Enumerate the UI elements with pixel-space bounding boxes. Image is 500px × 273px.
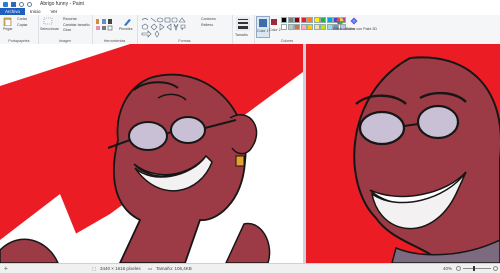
brushes-label: Pinceles (119, 27, 133, 31)
tab-archivo[interactable]: Archivo (0, 8, 26, 15)
image-group: Seleccionar Recortar Cambiar tamaño Gira… (38, 15, 93, 44)
rotate-button[interactable]: Girar (63, 28, 71, 32)
tools-icons (96, 19, 113, 31)
paste-label: Pegar (3, 27, 13, 31)
clipboard-group: Pegar Cortar Copiar Portapapeles (0, 15, 39, 44)
tab-inicio[interactable]: Inicio (25, 8, 46, 15)
zoom-slider-thumb[interactable] (473, 266, 475, 271)
title-bar: Abrigo funny - Paint (0, 0, 500, 8)
shapes-gallery[interactable] (140, 17, 196, 39)
paint-app-icon (3, 1, 8, 7)
ribbon: Pegar Cortar Copiar Portapapeles Selecci… (0, 15, 500, 45)
palette-color[interactable] (287, 24, 294, 30)
eraser-icon[interactable] (96, 26, 100, 30)
crop-button[interactable]: Recortar (63, 17, 77, 21)
brush-icon (124, 19, 131, 26)
save-icon[interactable] (11, 1, 16, 7)
palette-color[interactable] (313, 24, 320, 30)
drawing-canvas[interactable] (0, 44, 500, 263)
paint3d-button[interactable]: Editar con Paint 3D (346, 16, 377, 36)
ribbon-tabs: Archivo Inicio Ver (0, 8, 500, 15)
color2-selector[interactable]: Color 2 (269, 16, 281, 36)
clipboard-group-label: Portapapeles (8, 39, 30, 43)
palette-color[interactable] (320, 24, 326, 30)
paste-button[interactable]: Pegar (3, 17, 13, 33)
palette-color[interactable] (320, 17, 326, 23)
color-wheel-icon (336, 17, 344, 25)
color2-swatch (271, 19, 277, 25)
palette-color[interactable] (307, 24, 313, 30)
copy-button[interactable]: Copiar (17, 23, 28, 27)
edit-colors-button[interactable]: Editar colores (333, 16, 355, 36)
tools-group: Pinceles Herramientas (92, 15, 138, 44)
palette-color[interactable] (294, 24, 300, 30)
canvas-area[interactable] (0, 44, 500, 263)
palette-color[interactable] (281, 17, 287, 23)
select-label: Seleccionar (40, 27, 59, 31)
palette-color[interactable] (287, 17, 294, 23)
file-size-icon: ▭ (148, 266, 153, 271)
tools-group-label: Herramientas (103, 39, 126, 43)
zoom-level: 40% (443, 266, 453, 271)
palette-color[interactable] (307, 17, 313, 23)
color-picker-icon[interactable] (102, 26, 106, 30)
tab-ver[interactable]: Ver (46, 8, 63, 15)
color1-selector[interactable]: Color 1 (256, 16, 270, 38)
shapes-group: Contorno Relleno Formas (137, 15, 233, 44)
palette-color[interactable] (281, 24, 287, 30)
palette-color[interactable] (313, 17, 320, 23)
resize-button[interactable]: Cambiar tamaño (63, 23, 90, 27)
select-icon (43, 17, 53, 25)
color2-label: Color 2 (269, 28, 281, 32)
color1-label: Color 1 (257, 29, 269, 33)
zoom-slider[interactable] (463, 266, 491, 271)
window-title: Abrigo funny - Paint (40, 1, 84, 7)
quick-access-toolbar (0, 1, 32, 7)
color1-swatch (259, 19, 267, 27)
brushes-button[interactable]: Pinceles (119, 17, 135, 35)
move-icon: ✛ (4, 266, 8, 271)
select-button[interactable]: Seleccionar (40, 17, 59, 35)
image-group-label: Imagen (59, 39, 71, 43)
text-icon[interactable] (108, 19, 112, 24)
colors-group-label: Colores (280, 39, 294, 43)
colors-group: Color 1 Color 2 Editar colores Editar co… (254, 15, 377, 44)
file-size: Tamaño: 106,4KB (156, 266, 192, 271)
paste-icon (3, 17, 12, 27)
paint3d-label: Editar con Paint 3D (346, 27, 377, 31)
cut-button[interactable]: Cortar (17, 17, 27, 21)
image-dimensions: 3440 × 1616 píxeles (100, 266, 141, 271)
palette-color[interactable] (300, 17, 307, 23)
selection-icon: ⬚ (92, 266, 97, 271)
zoom-out-button[interactable] (456, 266, 461, 271)
zoom-in-button[interactable] (493, 266, 498, 271)
palette-color[interactable] (326, 24, 333, 30)
size-icon (236, 17, 250, 31)
fill-icon[interactable] (102, 19, 106, 24)
palette-color[interactable] (294, 17, 300, 23)
magnifier-icon[interactable] (107, 25, 113, 31)
palette-color[interactable] (326, 17, 333, 23)
size-label: Tamaño (235, 33, 248, 37)
pencil-icon[interactable] (96, 19, 99, 24)
outline-dropdown[interactable]: Contorno (201, 17, 216, 21)
redo-icon[interactable] (27, 1, 32, 7)
paint3d-icon (350, 17, 358, 25)
size-group[interactable]: Tamaño (232, 15, 255, 44)
undo-icon[interactable] (19, 1, 24, 7)
fill-dropdown[interactable]: Relleno (201, 23, 213, 27)
palette-color[interactable] (300, 24, 307, 30)
shapes-group-label: Formas (178, 39, 191, 43)
